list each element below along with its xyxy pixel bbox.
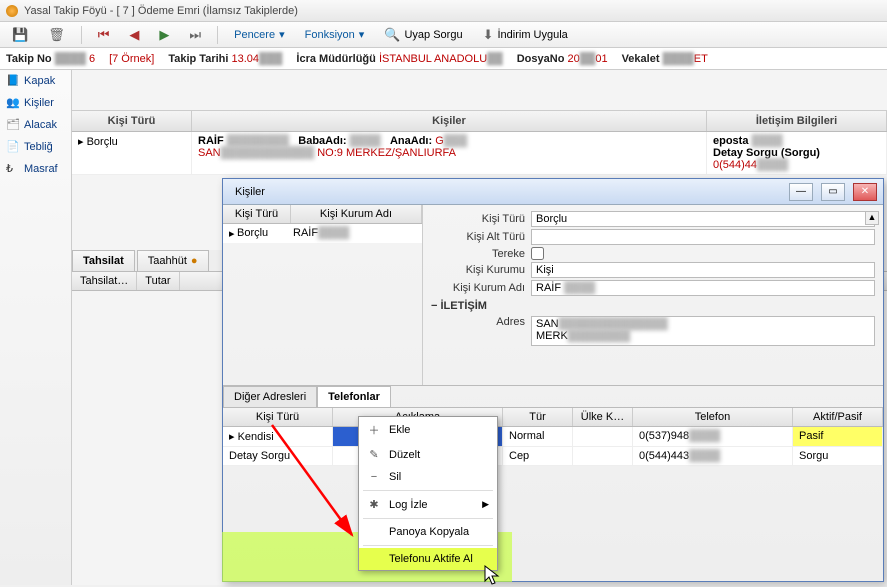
scroll-up[interactable]: ▲ [865, 211, 879, 225]
nav-prev[interactable]: ◀ [123, 25, 145, 45]
indirim-button[interactable]: ⬇İndirim Uygula [477, 25, 574, 45]
col-kurum-adi: Kişi Kurum Adı [291, 205, 422, 223]
people-row[interactable]: ▸ Borçlu RAİF ████████ BabaAdı: ████ Ana… [72, 132, 887, 175]
tab-taahhut[interactable]: Taahhüt● [137, 250, 209, 271]
ctx-pano[interactable]: Panoya Kopyala [359, 521, 497, 543]
ctx-duzelt[interactable]: ✎Düzelt [359, 443, 497, 466]
nav-kapak[interactable]: 📘Kapak [0, 70, 71, 92]
ctx-ekle[interactable]: ＋Ekle [359, 417, 497, 443]
tab-telefonlar[interactable]: Telefonlar [317, 386, 391, 407]
col-kisi-turu: Kişi Türü [223, 205, 291, 223]
field-alt-turu[interactable] [531, 229, 875, 245]
ornek-link[interactable]: [7 Örnek] [109, 53, 154, 65]
field-adres[interactable]: SAN██████████████MERK████████ [531, 316, 875, 346]
field-kisi-turu[interactable]: Borçlu [531, 211, 875, 227]
uyap-search[interactable]: 🔍Uyap Sorgu [378, 25, 468, 45]
close-button[interactable]: ✕ [853, 183, 877, 201]
person-dialog: Kişiler — ▭ ✕ ▲ Kişi Türü Kişi Kurum Adı… [222, 178, 884, 582]
delete-button[interactable]: 🗑 [42, 25, 71, 45]
side-nav: 📘Kapak 👥Kişiler 🗂Alacak 📄Tebliğ ₺Masraf [0, 70, 72, 585]
pencere-menu[interactable]: Pencere ▾ [228, 26, 291, 43]
nav-first[interactable]: ⏮ [92, 25, 116, 45]
person-list-row[interactable]: ▸ Borçlu RAİF████ [223, 224, 422, 243]
ctx-sil[interactable]: −Sil [359, 466, 497, 488]
record-info-bar: Takip No ████ 6 [7 Örnek] Takip Tarihi 1… [0, 48, 887, 70]
nav-last[interactable]: ⏭ [183, 25, 207, 45]
app-icon [6, 5, 18, 17]
checkbox-tereke[interactable] [531, 247, 544, 260]
ctx-telefon-aktif[interactable]: Telefonu Aktife Al [359, 548, 497, 570]
phone-row[interactable]: ▸ Kendisi Normal 0(537)948████ Pasif [223, 427, 883, 447]
section-iletisim[interactable]: İLETİŞİM [431, 300, 875, 312]
field-kurum[interactable]: Kişi [531, 262, 875, 278]
maximize-button[interactable]: ▭ [821, 183, 845, 201]
nav-masraf[interactable]: ₺Masraf [0, 158, 71, 180]
fonksiyon-menu[interactable]: Fonksiyon ▾ [299, 26, 371, 43]
people-grid-header: Kişi Türü Kişiler İletişim Bilgileri [72, 110, 887, 132]
main-toolbar: 💾 🗑 ⏮ ◀ ▶ ⏭ Pencere ▾ Fonksiyon ▾ 🔍Uyap … [0, 22, 887, 48]
col-tutar: Tutar [137, 272, 179, 290]
minimize-button[interactable]: — [789, 183, 813, 201]
field-kurum-adi[interactable]: RAİF ████ [531, 280, 875, 296]
col-tahsilat: Tahsilat… [72, 272, 137, 290]
nav-next[interactable]: ▶ [153, 25, 175, 45]
nav-kisiler[interactable]: 👥Kişiler [0, 92, 71, 114]
status-pasif: Pasif [793, 427, 883, 446]
save-button[interactable]: 💾 [6, 25, 34, 45]
tab-adresler[interactable]: Diğer Adresleri [223, 386, 317, 407]
context-menu: ＋Ekle ✎Düzelt −Sil ✱Log İzle▶ Panoya Kop… [358, 416, 498, 571]
dialog-title-bar[interactable]: Kişiler — ▭ ✕ [223, 179, 883, 205]
window-title: Yasal Takip Föyü - [ 7 ] Ödeme Emri (İla… [24, 5, 298, 17]
nav-teblig[interactable]: 📄Tebliğ [0, 136, 71, 158]
nav-alacak[interactable]: 🗂Alacak [0, 114, 71, 136]
ctx-log[interactable]: ✱Log İzle▶ [359, 493, 497, 516]
phone-row[interactable]: Detay Sorgu Cep 0(544)443████ Sorgu [223, 447, 883, 466]
title-bar: Yasal Takip Föyü - [ 7 ] Ödeme Emri (İla… [0, 0, 887, 22]
tab-tahsilat[interactable]: Tahsilat [72, 250, 135, 271]
phone-grid-header: Kişi Türü Açıklama Tür Ülke K… Telefon A… [223, 407, 883, 427]
dialog-title: Kişiler [235, 186, 265, 198]
